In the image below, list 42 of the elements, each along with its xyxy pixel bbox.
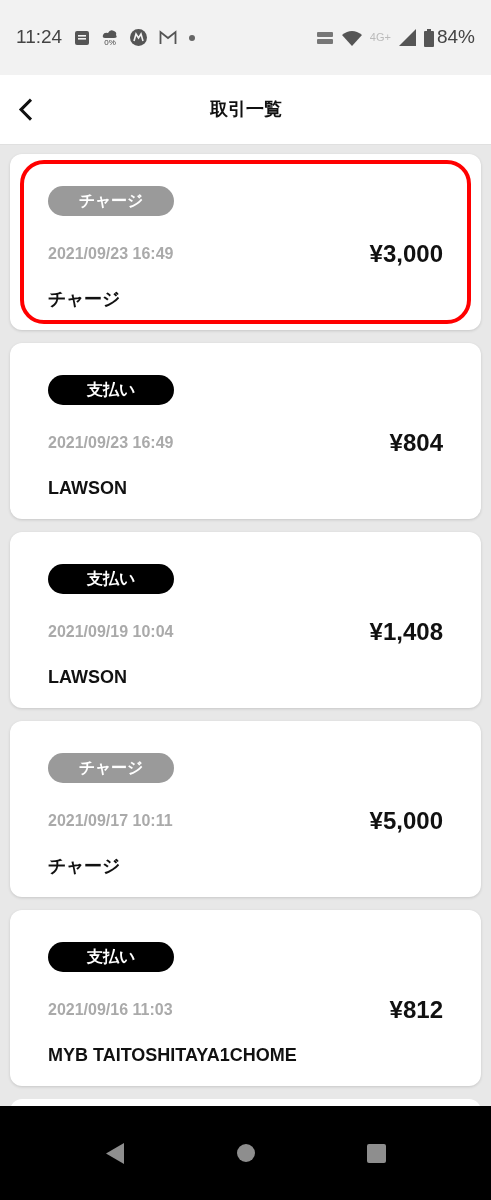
wifi-icon <box>341 29 362 46</box>
type-tag: 支払い <box>48 942 174 972</box>
dot-icon <box>189 34 196 41</box>
back-icon[interactable] <box>105 1142 125 1164</box>
transaction-date: 2021/09/23 16:49 <box>48 244 174 264</box>
page-title: 取引一覧 <box>209 98 282 121</box>
cloud-icon <box>102 28 119 39</box>
chevron-icon <box>18 97 34 122</box>
recents-icon[interactable] <box>366 1143 386 1163</box>
transaction-card[interactable]: 支払い 2021/09/19 10:04 ¥1,408 LAWSON <box>10 532 481 708</box>
logo-icon <box>130 29 148 46</box>
battery-icon <box>423 28 434 47</box>
transaction-name: LAWSON <box>48 477 128 500</box>
transaction-card[interactable]: チャージ 2021/09/17 10:11 ¥5,000 チャージ <box>10 721 481 897</box>
transaction-card[interactable]: チャージ 2021/09/23 16:49 ¥3,000 チャージ <box>10 154 481 330</box>
signal-icon <box>398 29 416 46</box>
transaction-name: MYB TAITOSHITAYA1CHOME <box>48 1044 298 1067</box>
transaction-date: 2021/09/16 11:03 <box>48 1000 173 1020</box>
transaction-card[interactable]: 支払い 2021/09/16 11:03 ¥812 MYB TAITOSHITAYA1CHOME <box>10 910 481 1086</box>
transaction-name: チャージ <box>48 288 121 311</box>
transaction-amount: ¥804 <box>389 428 443 458</box>
transaction-date: 2021/09/17 10:11 <box>48 811 173 831</box>
home-icon[interactable] <box>236 1144 255 1162</box>
message-icon <box>74 29 91 46</box>
type-tag: 支払い <box>48 375 174 405</box>
transaction-card[interactable]: 支払い 2021/09/23 16:49 ¥804 LAWSON <box>10 343 481 519</box>
transaction-amount: ¥812 <box>389 995 443 1025</box>
type-tag: チャージ <box>48 753 174 783</box>
volte-icon <box>315 29 334 46</box>
transaction-date: 2021/09/19 10:04 <box>48 622 174 642</box>
transaction-date: 2021/09/23 16:49 <box>48 433 174 453</box>
weather-label: 0% <box>104 38 116 47</box>
battery-percent: 84% <box>436 25 475 50</box>
transaction-amount: ¥5,000 <box>369 806 443 836</box>
transaction-name: LAWSON <box>48 666 128 689</box>
transaction-amount: ¥3,000 <box>369 239 443 269</box>
transaction-name: チャージ <box>48 855 121 878</box>
type-tag: 支払い <box>48 564 174 594</box>
type-tag: チャージ <box>48 186 174 216</box>
transaction-amount: ¥1,408 <box>369 617 443 647</box>
clock: 11:24 <box>16 25 63 50</box>
mail-icon <box>159 30 178 45</box>
